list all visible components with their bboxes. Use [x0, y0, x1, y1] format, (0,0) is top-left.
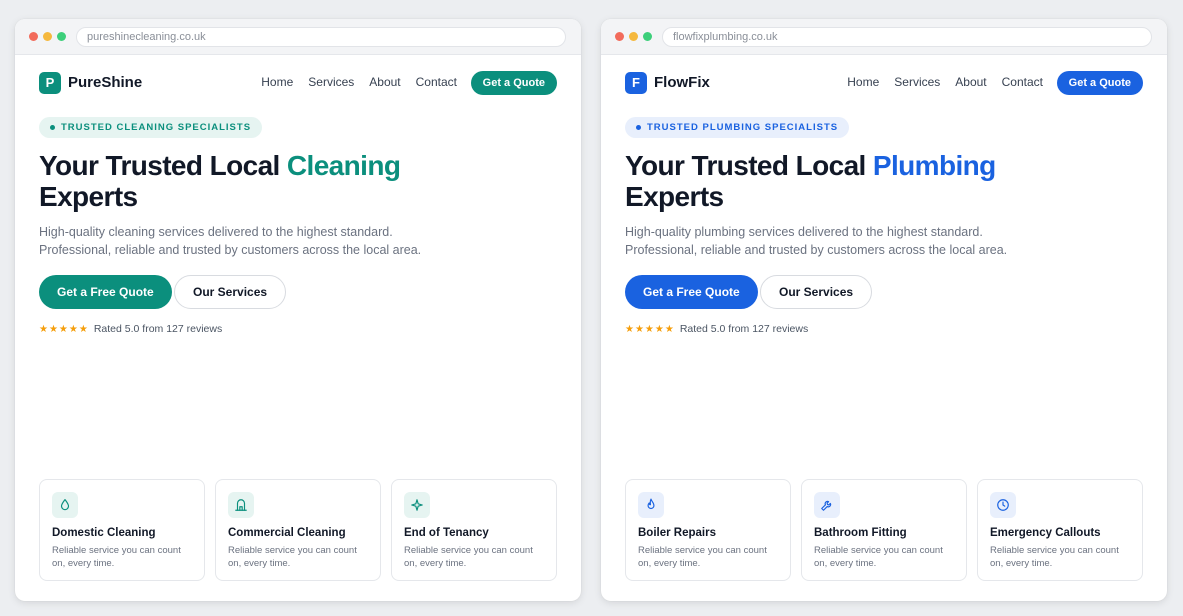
service-card-text: Reliable service you can count on, every…	[52, 545, 181, 569]
service-card-title: Commercial Cleaning	[228, 527, 346, 539]
service-card[interactable]: Boiler Repairs Reliable service you can …	[625, 479, 791, 581]
star-rating-icon: ★★★★★	[625, 324, 675, 335]
maximize-dot[interactable]	[643, 32, 652, 41]
service-card-title: Bathroom Fitting	[814, 527, 907, 539]
hero-title-prefix: Your Trusted Local	[625, 150, 873, 181]
logo-icon[interactable]: F	[625, 72, 647, 94]
browser-chrome: pureshinecleaning.co.uk	[15, 19, 581, 55]
site-nav: P PureShine Home Services About Contact …	[39, 69, 557, 97]
close-dot[interactable]	[29, 32, 38, 41]
minimize-dot[interactable]	[43, 32, 52, 41]
hero-title-suffix: Experts	[39, 181, 138, 212]
brand-name[interactable]: PureShine	[68, 74, 142, 91]
hero-title: Your Trusted Local Cleaning Experts	[39, 150, 401, 212]
nav-about[interactable]: About	[955, 75, 986, 89]
browser-chrome: flowfixplumbing.co.uk	[601, 19, 1167, 55]
our-services-button[interactable]: Our Services	[174, 275, 287, 309]
droplet-icon	[52, 492, 78, 518]
service-card-text: Reliable service you can count on, every…	[228, 545, 357, 569]
specialists-badge: TRUSTED CLEANING SPECIALISTS	[39, 117, 263, 138]
free-quote-button[interactable]: Get a Free Quote	[39, 275, 172, 309]
service-cards: Domestic Cleaning Reliable service you c…	[39, 479, 557, 581]
star-rating-icon: ★★★★★	[39, 324, 89, 335]
service-card-text: Reliable service you can count on, every…	[404, 545, 533, 569]
hero-title-highlight: Plumbing	[872, 150, 996, 181]
building-icon	[228, 492, 254, 518]
wrench-icon	[814, 492, 840, 518]
rating-text: Rated 5.0 from 127 reviews	[93, 323, 223, 335]
service-card-text: Reliable service you can count on, every…	[814, 545, 943, 569]
maximize-dot[interactable]	[57, 32, 66, 41]
nav-services[interactable]: Services	[894, 75, 940, 89]
service-card[interactable]: Domestic Cleaning Reliable service you c…	[39, 479, 205, 581]
service-card-text: Reliable service you can count on, every…	[638, 545, 767, 569]
flame-icon	[638, 492, 664, 518]
address-bar[interactable]: flowfixplumbing.co.uk	[662, 27, 1152, 47]
service-card-title: End of Tenancy	[404, 527, 489, 539]
nav-home[interactable]: Home	[847, 75, 879, 89]
hero-description: High-quality cleaning services delivered…	[39, 223, 459, 259]
service-card-text: Reliable service you can count on, every…	[990, 545, 1119, 569]
specialists-badge: TRUSTED PLUMBING SPECIALISTS	[625, 117, 850, 138]
hero-description: High-quality plumbing services delivered…	[625, 223, 1045, 259]
hero-description-line: High-quality cleaning services delivered…	[39, 225, 393, 239]
nav-services[interactable]: Services	[308, 75, 354, 89]
service-card-title: Boiler Repairs	[638, 527, 716, 539]
clock-icon	[990, 492, 1016, 518]
browser-window-flowfix: flowfixplumbing.co.uk F FlowFix Home Ser…	[601, 19, 1167, 601]
hero-description-line: Professional, reliable and trusted by cu…	[625, 243, 1008, 257]
service-card[interactable]: Emergency Callouts Reliable service you …	[977, 479, 1143, 581]
brand-name[interactable]: FlowFix	[654, 74, 710, 91]
nav-contact[interactable]: Contact	[1002, 75, 1043, 89]
sparkle-icon	[404, 492, 430, 518]
rating: ★★★★★ Rated 5.0 from 127 reviews	[39, 323, 222, 335]
get-quote-button[interactable]: Get a Quote	[1056, 71, 1143, 95]
rating-text: Rated 5.0 from 127 reviews	[679, 323, 809, 335]
service-cards: Boiler Repairs Reliable service you can …	[625, 479, 1143, 581]
browser-window-pureshine: pureshinecleaning.co.uk P PureShine Home…	[15, 19, 581, 601]
service-card[interactable]: Commercial Cleaning Reliable service you…	[215, 479, 381, 581]
nav-about[interactable]: About	[369, 75, 400, 89]
hero-title-suffix: Experts	[625, 181, 724, 212]
nav-contact[interactable]: Contact	[416, 75, 457, 89]
site-nav: F FlowFix Home Services About Contact Ge…	[625, 69, 1143, 97]
address-bar[interactable]: pureshinecleaning.co.uk	[76, 27, 566, 47]
get-quote-button[interactable]: Get a Quote	[470, 71, 557, 95]
hero-description-line: High-quality plumbing services delivered…	[625, 225, 983, 239]
hero-title: Your Trusted Local Plumbing Experts	[625, 150, 996, 212]
nav-links: Home Services About Contact	[847, 75, 1043, 89]
hero-title-prefix: Your Trusted Local	[39, 150, 287, 181]
hero-description-line: Professional, reliable and trusted by cu…	[39, 243, 422, 257]
free-quote-button[interactable]: Get a Free Quote	[625, 275, 758, 309]
close-dot[interactable]	[615, 32, 624, 41]
minimize-dot[interactable]	[629, 32, 638, 41]
nav-links: Home Services About Contact	[261, 75, 457, 89]
our-services-button[interactable]: Our Services	[760, 275, 873, 309]
logo-icon[interactable]: P	[39, 72, 61, 94]
service-card[interactable]: End of Tenancy Reliable service you can …	[391, 479, 557, 581]
service-card-title: Emergency Callouts	[990, 527, 1101, 539]
service-card-title: Domestic Cleaning	[52, 527, 156, 539]
rating: ★★★★★ Rated 5.0 from 127 reviews	[625, 323, 808, 335]
service-card[interactable]: Bathroom Fitting Reliable service you ca…	[801, 479, 967, 581]
nav-home[interactable]: Home	[261, 75, 293, 89]
hero-title-highlight: Cleaning	[286, 150, 401, 181]
